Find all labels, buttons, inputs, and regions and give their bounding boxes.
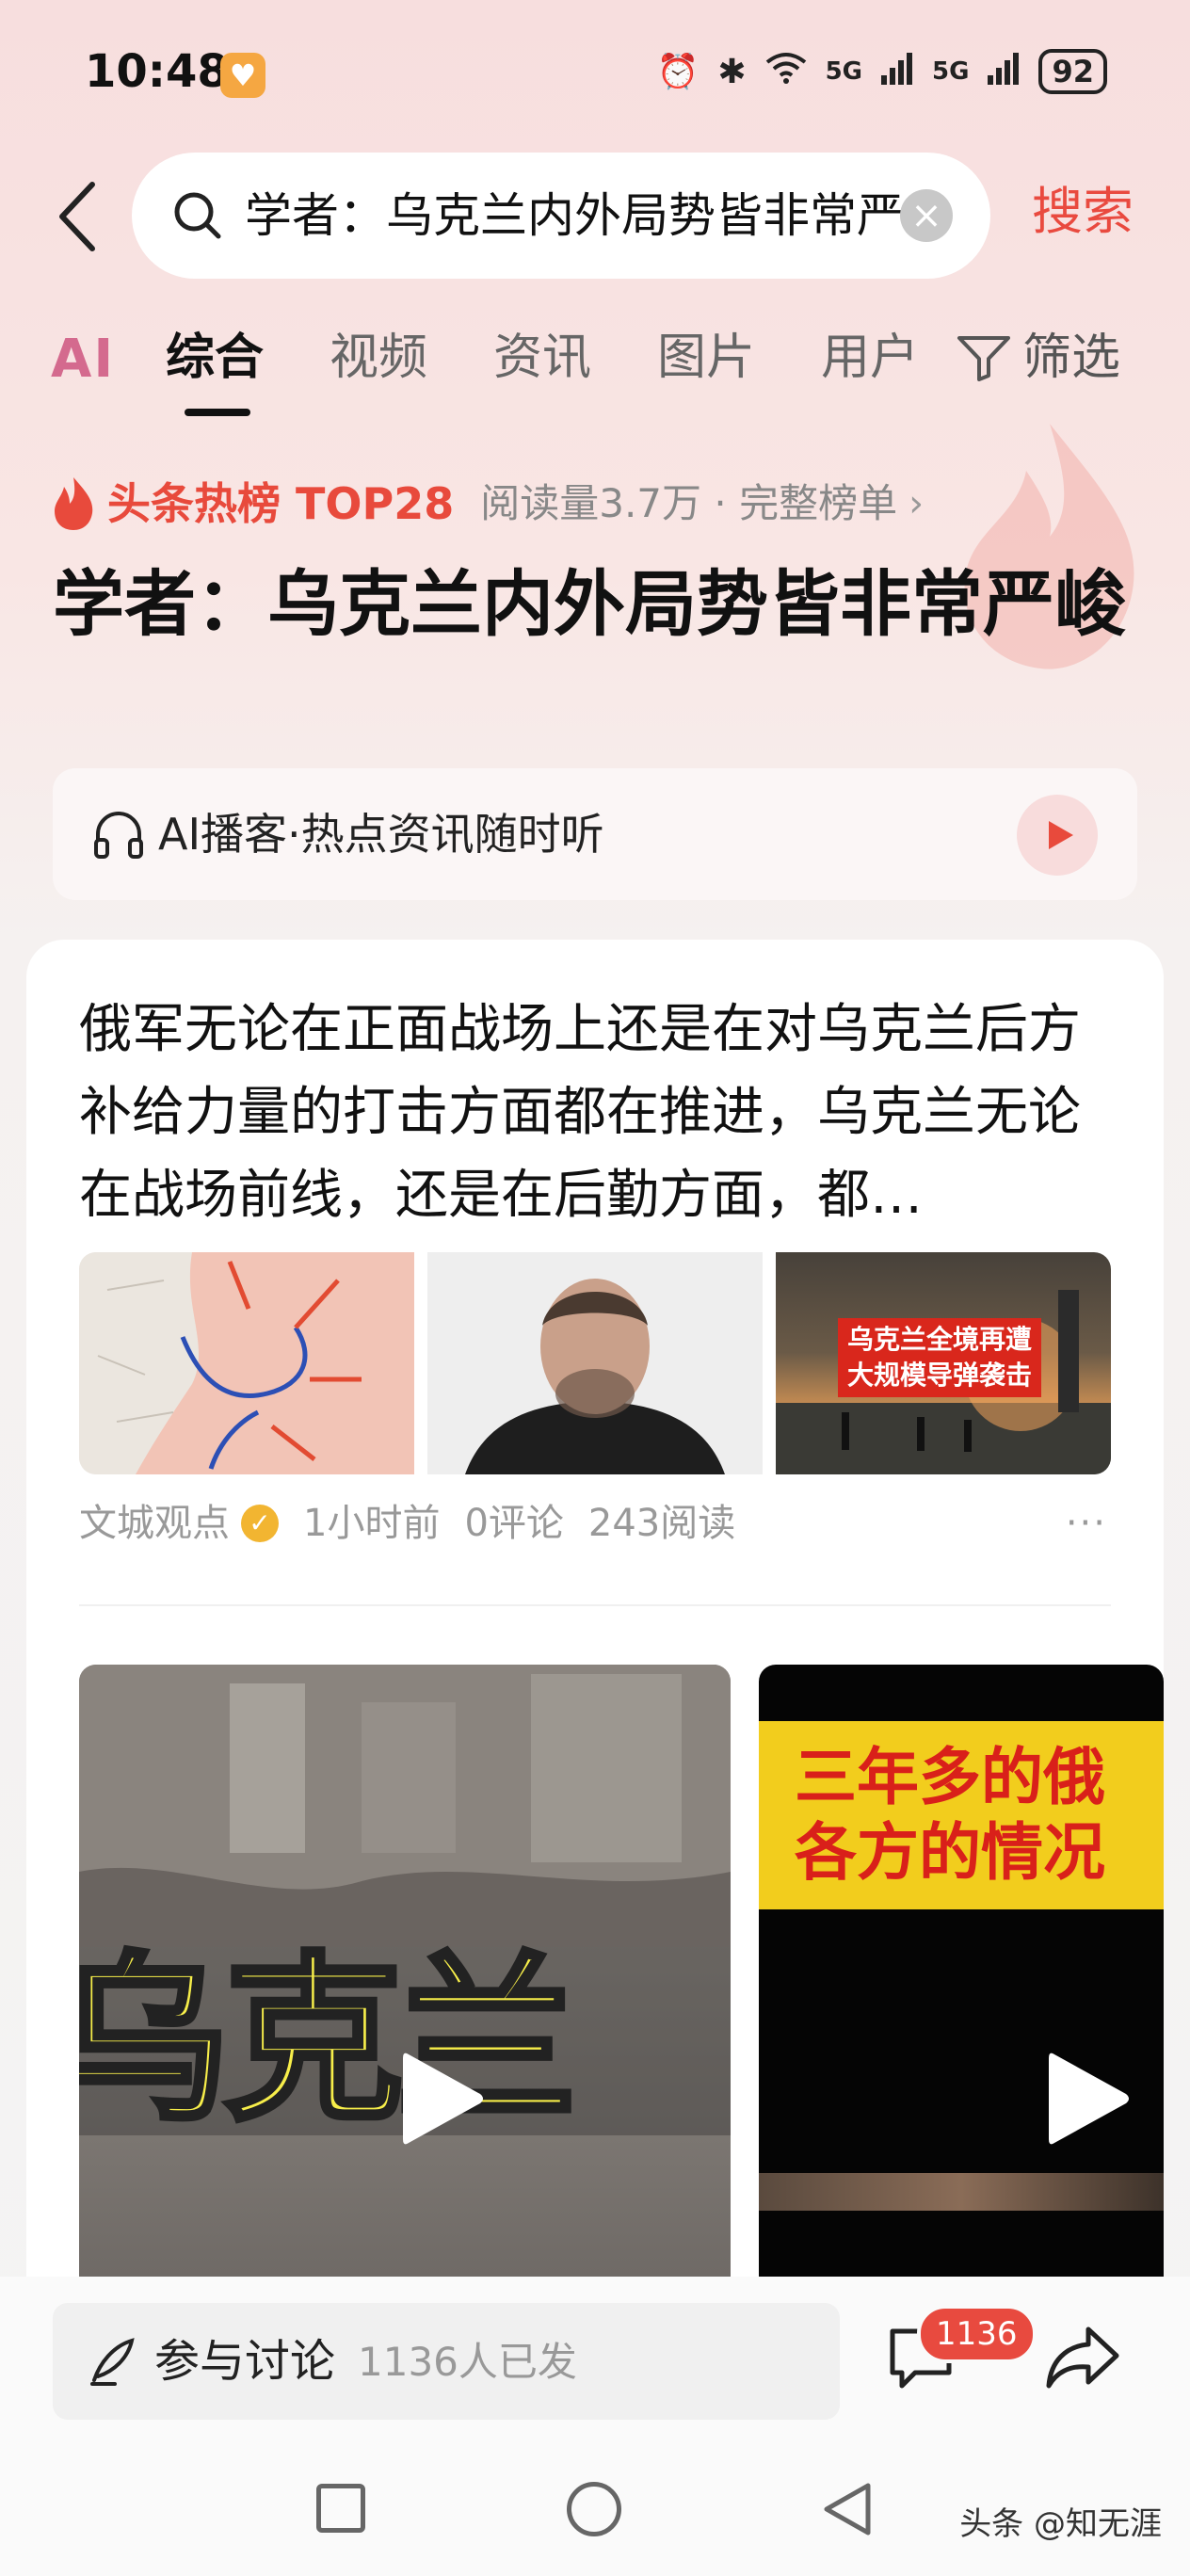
hot-rank-meta: 阅读量3.7万 · 完整榜单 bbox=[480, 480, 898, 526]
discussion-label: 参与讨论 bbox=[154, 2335, 336, 2388]
play-icon[interactable] bbox=[395, 2047, 490, 2150]
person-portrait-thumbnail[interactable] bbox=[427, 1252, 763, 1474]
wifi-icon bbox=[765, 51, 807, 93]
clear-icon[interactable]: × bbox=[900, 189, 953, 242]
tab-images[interactable]: 图片 bbox=[657, 320, 755, 395]
bottom-action-bar: 参与讨论 1136人已发 1136 bbox=[0, 2277, 1190, 2444]
article-meta: 文城观点 ✓ 1小时前 0评论 243阅读 bbox=[79, 1495, 735, 1552]
home-icon[interactable] bbox=[567, 2482, 621, 2536]
signal-bars-icon bbox=[881, 51, 913, 93]
content-card: 俄军无论在正面战场上还是在对乌克兰后方补给力量的打击方面都在推进，乌克兰无论在战… bbox=[26, 940, 1164, 2277]
system-navigation-bar: 头条 @知无涯 bbox=[0, 2444, 1190, 2576]
back-triangle-icon[interactable] bbox=[819, 2480, 876, 2538]
tab-comprehensive[interactable]: 综合 bbox=[166, 320, 264, 395]
divider bbox=[79, 1604, 1111, 1606]
pen-icon bbox=[90, 2338, 135, 2386]
video-card-2[interactable]: 三年多的俄 各方的情况 bbox=[759, 1665, 1164, 2277]
video-2-title-text: 三年多的俄 各方的情况 bbox=[795, 1741, 1105, 1889]
article-thumbnails[interactable]: 乌克兰全境再遭 大规模导弹袭击 bbox=[79, 1252, 1111, 1474]
missile-strike-thumbnail[interactable]: 乌克兰全境再遭 大规模导弹袭击 bbox=[776, 1252, 1111, 1474]
more-options-icon[interactable]: ··· bbox=[1066, 1495, 1107, 1552]
filter-icon bbox=[957, 336, 1010, 381]
search-button[interactable]: 搜索 bbox=[1032, 179, 1134, 245]
chevron-right-icon: › bbox=[909, 482, 925, 525]
hot-rank-row[interactable]: 头条热榜 TOP28 阅读量3.7万 · 完整榜单 › bbox=[51, 471, 924, 537]
filter-label: 筛选 bbox=[1022, 330, 1121, 386]
ai-podcast-bar[interactable]: AI播客·热点资讯随时听 bbox=[53, 768, 1137, 900]
headphones-icon bbox=[94, 812, 143, 859]
watermark: 头条 @知无涯 bbox=[959, 2505, 1162, 2543]
search-icon bbox=[174, 192, 221, 239]
heart-icon: ♥ bbox=[220, 53, 265, 98]
status-bar: 10:48 ♥ ⏰ ✱ 5G 5G 92 bbox=[0, 0, 1190, 151]
page-title: 学者：乌克兰内外局势皆非常严峻 bbox=[53, 562, 1126, 646]
image-caption: 乌克兰全境再遭 大规模导弹袭击 bbox=[838, 1318, 1042, 1397]
alarm-icon: ⏰ bbox=[656, 53, 700, 91]
author-name[interactable]: 文城观点 bbox=[79, 1495, 230, 1552]
status-icons: ⏰ ✱ 5G 5G 92 bbox=[657, 49, 1107, 94]
map-thumbnail[interactable] bbox=[79, 1252, 414, 1474]
filter-button[interactable]: 筛选 bbox=[957, 320, 1120, 395]
signal-label-2: 5G bbox=[932, 57, 970, 86]
tab-video[interactable]: 视频 bbox=[330, 320, 427, 395]
video-card-1[interactable]: 乌克兰 bbox=[79, 1665, 731, 2277]
search-input[interactable]: 学者：乌克兰内外局势皆非常严峻 × bbox=[132, 153, 990, 279]
video-1-title-text: 乌克兰 bbox=[79, 1937, 579, 2145]
publish-time: 1小时前 bbox=[303, 1502, 441, 1545]
tab-users[interactable]: 用户 bbox=[821, 320, 925, 395]
discussion-count: 1136人已发 bbox=[358, 2339, 577, 2385]
verified-badge-icon: ✓ bbox=[241, 1505, 279, 1542]
discussion-input[interactable]: 参与讨论 1136人已发 bbox=[53, 2303, 840, 2420]
back-arrow-icon[interactable] bbox=[51, 179, 107, 254]
status-time: 10:48 bbox=[85, 45, 229, 98]
video-2-strip bbox=[759, 2173, 1164, 2211]
search-query-text[interactable]: 学者：乌克兰内外局势皆非常严峻 bbox=[245, 185, 904, 247]
battery-indicator: 92 bbox=[1038, 49, 1107, 94]
active-tab-underline bbox=[185, 409, 250, 416]
hot-rank-label: 头条热榜 TOP28 bbox=[107, 478, 455, 529]
podcast-play-button[interactable] bbox=[1017, 795, 1098, 876]
signal-label-1: 5G bbox=[825, 57, 863, 86]
share-icon[interactable] bbox=[1045, 2324, 1120, 2391]
tab-news[interactable]: 资讯 bbox=[493, 320, 591, 395]
bluetooth-icon: ✱ bbox=[717, 52, 747, 91]
article-summary[interactable]: 俄军无论在正面战场上还是在对乌克兰后方补给力量的打击方面都在推进，乌克兰无论在战… bbox=[79, 989, 1124, 1237]
podcast-label: AI播客·热点资讯随时听 bbox=[158, 809, 604, 860]
recent-apps-icon[interactable] bbox=[316, 2484, 365, 2533]
signal-bars-icon-2 bbox=[988, 51, 1020, 93]
play-icon[interactable] bbox=[1041, 2047, 1135, 2150]
fire-icon bbox=[55, 477, 93, 530]
play-icon bbox=[1049, 821, 1073, 849]
comment-count-badge: 1136 bbox=[917, 2305, 1037, 2363]
read-count: 243阅读 bbox=[587, 1502, 736, 1545]
comment-count: 0评论 bbox=[464, 1502, 564, 1545]
